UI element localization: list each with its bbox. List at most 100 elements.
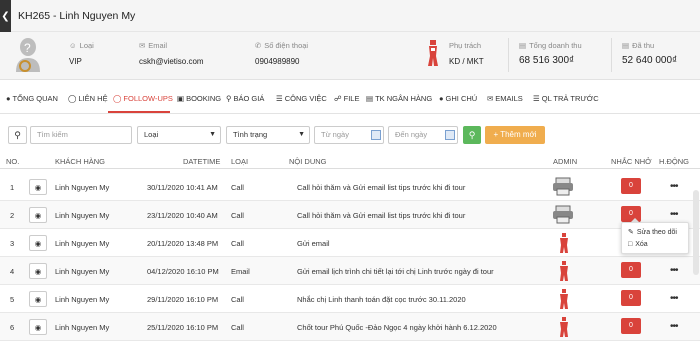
bank-icon: ▤ [366, 94, 374, 103]
info-icon: ● [6, 94, 11, 103]
eye-icon: ◉ [34, 294, 42, 304]
view-button[interactable]: ◉ [29, 291, 47, 307]
view-button[interactable]: ◉ [29, 207, 47, 223]
tab-booking[interactable]: ▣ BOOKING [177, 94, 221, 103]
email-field: ✉ Email cskh@vietiso.com [139, 41, 204, 66]
tab-prepaid[interactable]: ☰ QL TRẢ TRƯỚC [533, 94, 599, 103]
user-icon: ☺ [69, 41, 77, 50]
more-actions-icon[interactable]: ••• [670, 293, 678, 304]
more-actions-icon[interactable]: ••• [670, 265, 678, 276]
printer-avatar-icon [553, 205, 573, 224]
table-row: 5 ◉ Linh Nguyen My 29/11/2020 16:10 PM C… [0, 285, 700, 313]
calendar-icon[interactable] [371, 130, 381, 140]
search-button[interactable]: ⚲ [463, 126, 481, 144]
phone-icon: ✆ [255, 41, 262, 50]
active-tab-indicator [108, 111, 170, 113]
more-actions-icon[interactable]: ••• [670, 209, 678, 220]
to-date-input[interactable]: Đến ngày [388, 126, 458, 144]
info-circle-icon: ◯ [68, 94, 77, 103]
figure-avatar-icon [560, 261, 568, 281]
eye-icon: ◉ [34, 266, 42, 276]
phone-field: ✆ Số điện thoại 0904989890 [255, 41, 309, 66]
reminder-count[interactable]: 0 [621, 318, 641, 334]
revenue-field: ▤ Tổng doanh thu 68 516 300₫ [519, 41, 582, 66]
page-title: KH265 - Linh Nguyen My [18, 10, 136, 22]
figure-avatar-icon [560, 289, 568, 309]
tab-contact[interactable]: ◯ LIÊN HỆ [68, 94, 108, 103]
tab-bank-account[interactable]: ▤ TK NGÂN HÀNG [366, 94, 432, 103]
tab-notes[interactable]: ● GHI CHÚ [439, 94, 477, 103]
view-button[interactable]: ◉ [29, 263, 47, 279]
tab-bar: ● TỔNG QUAN ◯ LIÊN HỆ ◯ FOLLOW-UPS ▣ BOOKING… [0, 89, 700, 114]
col-datetime: DATETIME [183, 157, 221, 166]
divider [0, 168, 700, 169]
paperclip-icon: ☍ [334, 94, 342, 103]
col-content: NỘI DUNG [289, 157, 327, 166]
reminder-count[interactable]: 0 [621, 290, 641, 306]
list-icon: ☰ [276, 94, 283, 103]
table-row: 2 ◉ Linh Nguyen My 23/11/2020 10:40 AM C… [0, 201, 700, 229]
phone-value[interactable]: 0904989890 [255, 57, 308, 66]
search-icon: ⚲ [14, 129, 21, 140]
owner-value: KD / MKT [449, 57, 484, 66]
table-row: 1 ◉ Linh Nguyen My 30/11/2020 10:41 AM C… [0, 173, 700, 201]
top-bar: ❮ KH265 - Linh Nguyen My [0, 0, 700, 32]
tab-file[interactable]: ☍ FILE [334, 94, 359, 103]
customer-avatar: ? [16, 38, 40, 72]
revenue-value: 68 516 300₫ [519, 55, 575, 66]
more-actions-icon[interactable]: ••• [670, 321, 678, 332]
back-button[interactable]: ❮ [0, 0, 11, 32]
caret-down-icon: ▼ [298, 131, 305, 138]
email-value[interactable]: cskh@vietiso.com [139, 57, 204, 66]
col-customer: KHÁCH HÀNG [55, 157, 106, 166]
reminder-count[interactable]: 0 [621, 262, 641, 278]
pencil-icon: ✎ [628, 229, 634, 236]
delete-item[interactable]: □ Xóa [628, 241, 648, 248]
eye-icon: ◉ [34, 182, 42, 192]
filter-bar: ⚲ Tìm kiếm Loại ▼ Tình trạng ▼ Từ ngày Đến… [0, 126, 700, 146]
reminder-count[interactable]: 0 [621, 178, 641, 194]
owner-field: Phụ trách KD / MKT [449, 41, 484, 66]
truck-icon: ▣ [177, 94, 185, 103]
comment-icon: ● [439, 94, 444, 103]
from-date-input[interactable]: Từ ngày [314, 126, 384, 144]
table-row: 6 ◉ Linh Nguyen My 25/11/2020 16:10 PM C… [0, 313, 700, 341]
edit-follow-up-item[interactable]: ✎ Sửa theo dõi [628, 228, 677, 237]
status-select[interactable]: Tình trạng ▼ [226, 126, 310, 144]
view-button[interactable]: ◉ [29, 179, 47, 195]
figure-avatar-icon [560, 233, 568, 253]
view-button[interactable]: ◉ [29, 235, 47, 251]
search-icon: ⚲ [226, 94, 232, 103]
col-no: NO. [6, 157, 20, 166]
type-select[interactable]: Loại ▼ [137, 126, 221, 144]
tab-overview[interactable]: ● TỔNG QUAN [6, 94, 58, 103]
tab-quotation[interactable]: ⚲ BÁO GIÁ [226, 94, 264, 103]
add-new-button[interactable]: + Thêm mới [485, 126, 545, 144]
eye-icon: ◉ [34, 238, 42, 248]
envelope-icon: ✉ [487, 94, 494, 103]
customer-summary: ? ☺ Loại VIP ✉ Email cskh@vietiso.com ✆ Số … [0, 32, 700, 80]
svg-text:?: ? [24, 41, 31, 55]
money-icon: ▤ [622, 41, 630, 50]
divider [508, 38, 509, 72]
search-toggle-button[interactable]: ⚲ [8, 126, 27, 144]
view-button[interactable]: ◉ [29, 319, 47, 335]
collected-field: ▤ Đã thu 52 640 000₫ [622, 41, 678, 66]
search-input[interactable]: Tìm kiếm [30, 126, 132, 144]
eye-icon: ◉ [34, 322, 42, 332]
more-actions-icon[interactable]: ••• [670, 181, 678, 192]
type-value: VIP [69, 57, 82, 66]
figure-avatar-icon [560, 317, 568, 337]
printer-avatar-icon [553, 177, 573, 196]
table-row: 3 ◉ Linh Nguyen My 20/11/2020 13:48 PM C… [0, 229, 700, 257]
tab-tasks[interactable]: ☰ CÔNG VIỆC [276, 94, 327, 103]
tab-follow-ups[interactable]: ◯ FOLLOW-UPS [113, 94, 173, 103]
owner-avatar [428, 40, 438, 66]
type-field: ☺ Loại VIP [69, 41, 94, 66]
tab-emails[interactable]: ✉ EMAILS [487, 94, 523, 103]
search-icon: ⚲ [468, 129, 476, 140]
calendar-icon[interactable] [445, 130, 455, 140]
scrollbar[interactable] [693, 190, 699, 275]
col-actions: H.ĐỘNG [659, 157, 689, 166]
collected-value: 52 640 000₫ [622, 55, 678, 66]
